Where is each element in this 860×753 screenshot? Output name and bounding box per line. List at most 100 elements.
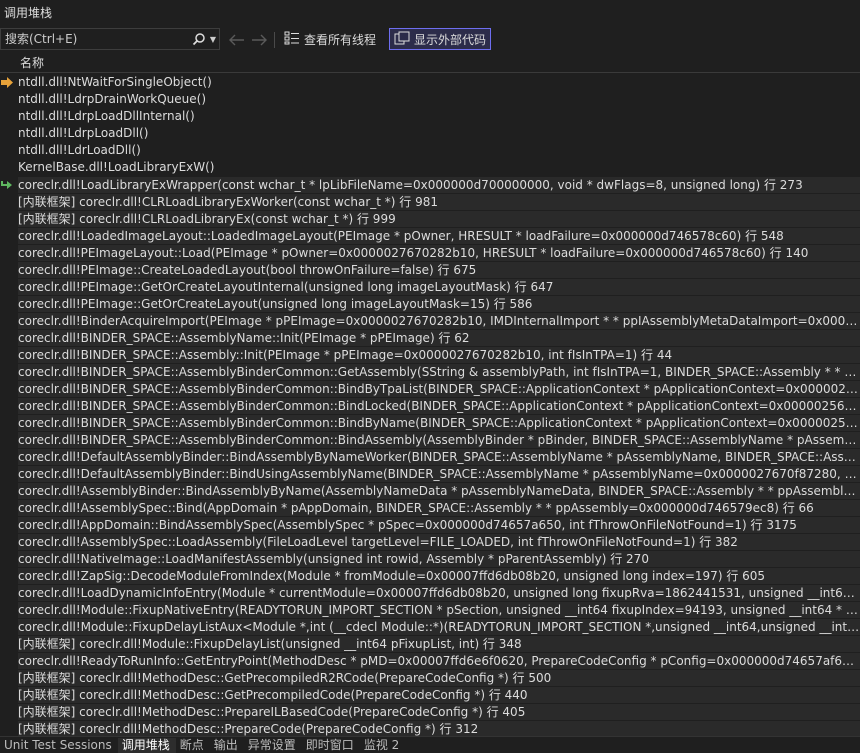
frame-label: coreclr.dll!PEImage::CreateLoadedLayout(…	[18, 261, 860, 278]
call-stack-row[interactable]: coreclr.dll!BINDER_SPACE::AssemblyBinder…	[0, 380, 860, 397]
call-stack-row[interactable]: coreclr.dll!PEImageLayout::Load(PEImage …	[0, 244, 860, 261]
call-stack-row[interactable]: [内联框架] coreclr.dll!CLRLoadLibraryExWorke…	[0, 193, 860, 210]
call-stack-row[interactable]: coreclr.dll!AssemblyBinder::BindAssembly…	[0, 482, 860, 499]
bottom-tab[interactable]: 监视 2	[360, 738, 405, 753]
call-stack-row[interactable]: coreclr.dll!BINDER_SPACE::AssemblyBinder…	[0, 363, 860, 380]
call-stack-row[interactable]: coreclr.dll!NativeImage::LoadManifestAss…	[0, 550, 860, 567]
column-header: 名称	[0, 54, 860, 73]
panel-title: 调用堆栈	[0, 0, 860, 26]
return-frame-arrow-icon	[0, 178, 14, 191]
call-stack-row[interactable]: [内联框架] coreclr.dll!MethodDesc::GetPrecom…	[0, 669, 860, 686]
frame-label: coreclr.dll!Module::FixupNativeEntry(REA…	[18, 601, 860, 618]
frame-label: coreclr.dll!AssemblySpec::LoadAssembly(F…	[18, 533, 860, 550]
bottom-tab[interactable]: 调用堆栈	[117, 737, 176, 753]
frame-label: ntdll.dll!LdrpLoadDll()	[18, 126, 149, 140]
frame-label: coreclr.dll!LoadLibraryExWrapper(const w…	[18, 176, 860, 193]
frame-label: coreclr.dll!PEImageLayout::Load(PEImage …	[18, 244, 860, 261]
call-stack-row[interactable]: coreclr.dll!PEImage::CreateLoadedLayout(…	[0, 261, 860, 278]
call-stack-row[interactable]: coreclr.dll!AssemblySpec::LoadAssembly(F…	[0, 533, 860, 550]
column-name-header[interactable]: 名称	[20, 55, 44, 72]
frame-label: coreclr.dll!BINDER_SPACE::AssemblyBinder…	[18, 397, 860, 414]
bottom-tab[interactable]: 即时窗口	[302, 738, 360, 753]
frame-label: coreclr.dll!ZapSig::DecodeModuleFromInde…	[18, 567, 860, 584]
frame-label: coreclr.dll!BinderAcquireImport(PEImage …	[18, 312, 860, 329]
frame-label: [内联框架] coreclr.dll!MethodDesc::GetPrecom…	[18, 686, 860, 703]
bottom-tab[interactable]: 断点	[176, 738, 210, 753]
call-stack-row[interactable]: [内联框架] coreclr.dll!MethodDesc::PrepareCo…	[0, 720, 860, 737]
frame-label: [内联框架] coreclr.dll!MethodDesc::PrepareIL…	[18, 703, 860, 720]
frame-label: coreclr.dll!LoadDynamicInfoEntry(Module …	[18, 584, 860, 601]
frame-label: coreclr.dll!AppDomain::BindAssemblySpec(…	[18, 516, 860, 533]
show-external-code-label: 显示外部代码	[414, 32, 487, 47]
call-stack-row[interactable]: ntdll.dll!LdrpLoadDll()	[0, 125, 860, 142]
call-stack-row[interactable]: ntdll.dll!LdrpDrainWorkQueue()	[0, 91, 860, 108]
call-stack-row[interactable]: coreclr.dll!AppDomain::BindAssemblySpec(…	[0, 516, 860, 533]
call-stack-row[interactable]: ntdll.dll!NtWaitForSingleObject()	[0, 74, 860, 91]
bottom-tab[interactable]: Unit Test Sessions	[0, 738, 118, 753]
view-all-threads-button[interactable]: 查看所有线程	[280, 28, 380, 50]
show-external-code-button[interactable]: 显示外部代码	[389, 28, 492, 50]
call-stack-row[interactable]: coreclr.dll!DefaultAssemblyBinder::BindU…	[0, 465, 860, 482]
frame-label: [内联框架] coreclr.dll!CLRLoadLibraryEx(cons…	[18, 210, 860, 227]
search-box[interactable]: ▼	[0, 28, 220, 50]
frame-label: coreclr.dll!ReadyToRunInfo::GetEntryPoin…	[18, 652, 860, 669]
call-stack-row[interactable]: coreclr.dll!LoadedImageLayout::LoadedIma…	[0, 227, 860, 244]
frame-label: coreclr.dll!NativeImage::LoadManifestAss…	[18, 550, 860, 567]
call-stack-row[interactable]: coreclr.dll!BINDER_SPACE::AssemblyBinder…	[0, 414, 860, 431]
call-stack-row[interactable]: coreclr.dll!LoadLibraryExWrapper(const w…	[0, 176, 860, 193]
call-stack-row[interactable]: coreclr.dll!BINDER_SPACE::Assembly::Init…	[0, 346, 860, 363]
frame-label: [内联框架] coreclr.dll!MethodDesc::GetPrecom…	[18, 669, 860, 686]
frame-label: coreclr.dll!PEImage::GetOrCreateLayoutIn…	[18, 278, 860, 295]
call-stack-row[interactable]: coreclr.dll!BINDER_SPACE::AssemblyBinder…	[0, 397, 860, 414]
frame-label: coreclr.dll!AssemblySpec::Bind(AppDomain…	[18, 499, 860, 516]
frame-label: coreclr.dll!BINDER_SPACE::Assembly::Init…	[18, 346, 860, 363]
bottom-tab[interactable]: 输出	[210, 738, 244, 753]
call-stack-row[interactable]: coreclr.dll!Module::FixupDelayListAux<Mo…	[0, 618, 860, 635]
call-stack-row[interactable]: coreclr.dll!PEImage::GetOrCreateLayout(u…	[0, 295, 860, 312]
toolbar-divider	[274, 32, 275, 48]
frame-label: coreclr.dll!BINDER_SPACE::AssemblyBinder…	[18, 363, 860, 380]
bottom-tab[interactable]: 异常设置	[244, 738, 302, 753]
call-stack-row[interactable]: [内联框架] coreclr.dll!MethodDesc::PrepareIL…	[0, 703, 860, 720]
call-stack-row[interactable]: coreclr.dll!DefaultAssemblyBinder::BindA…	[0, 448, 860, 465]
frame-label: KernelBase.dll!LoadLibraryExW()	[18, 160, 215, 174]
frame-label: [内联框架] coreclr.dll!MethodDesc::PrepareCo…	[18, 720, 860, 737]
toolbar: ▼ 查看所有线程 显示外部代码	[0, 27, 860, 53]
search-icon[interactable]	[191, 31, 207, 47]
forward-icon[interactable]	[250, 31, 268, 49]
frame-label: coreclr.dll!PEImage::GetOrCreateLayout(u…	[18, 295, 860, 312]
call-stack-row[interactable]: ntdll.dll!LdrpLoadDllInternal()	[0, 108, 860, 125]
frame-label: coreclr.dll!BINDER_SPACE::AssemblyName::…	[18, 329, 860, 346]
chevron-down-icon[interactable]: ▼	[207, 35, 219, 44]
call-stack-row[interactable]: coreclr.dll!LoadDynamicInfoEntry(Module …	[0, 584, 860, 601]
call-stack-row[interactable]: coreclr.dll!BINDER_SPACE::AssemblyBinder…	[0, 431, 860, 448]
call-stack-row[interactable]: coreclr.dll!BinderAcquireImport(PEImage …	[0, 312, 860, 329]
call-stack-row[interactable]: [内联框架] coreclr.dll!Module::FixupDelayLis…	[0, 635, 860, 652]
frame-label: [内联框架] coreclr.dll!CLRLoadLibraryExWorke…	[18, 193, 860, 210]
view-all-threads-label: 查看所有线程	[304, 32, 377, 47]
frame-label: ntdll.dll!LdrLoadDll()	[18, 143, 141, 157]
bottom-tab-bar: Unit Test Sessions 调用堆栈 断点 输出 异常设置 即时窗口 监视 2	[0, 736, 860, 753]
call-stack-row[interactable]: coreclr.dll!ZapSig::DecodeModuleFromInde…	[0, 567, 860, 584]
frame-label: ntdll.dll!LdrpLoadDllInternal()	[18, 109, 195, 123]
frame-label: coreclr.dll!AssemblyBinder::BindAssembly…	[18, 482, 860, 499]
call-stack-row[interactable]: [内联框架] coreclr.dll!MethodDesc::GetPrecom…	[0, 686, 860, 703]
call-stack-list[interactable]: ntdll.dll!NtWaitForSingleObject() ntdll.d…	[0, 74, 860, 737]
frame-label: coreclr.dll!DefaultAssemblyBinder::BindU…	[18, 465, 860, 482]
frame-label: coreclr.dll!DefaultAssemblyBinder::BindA…	[18, 448, 860, 465]
search-input[interactable]	[1, 31, 191, 47]
call-stack-row[interactable]: [内联框架] coreclr.dll!CLRLoadLibraryEx(cons…	[0, 210, 860, 227]
call-stack-row[interactable]: coreclr.dll!AssemblySpec::Bind(AppDomain…	[0, 499, 860, 516]
frame-label: ntdll.dll!NtWaitForSingleObject()	[18, 75, 212, 89]
frame-label: [内联框架] coreclr.dll!Module::FixupDelayLis…	[18, 635, 860, 652]
call-stack-row[interactable]: KernelBase.dll!LoadLibraryExW()	[0, 159, 860, 176]
frame-label: coreclr.dll!BINDER_SPACE::AssemblyBinder…	[18, 414, 860, 431]
call-stack-row[interactable]: coreclr.dll!BINDER_SPACE::AssemblyName::…	[0, 329, 860, 346]
call-stack-row[interactable]: coreclr.dll!PEImage::GetOrCreateLayoutIn…	[0, 278, 860, 295]
call-stack-row[interactable]: coreclr.dll!ReadyToRunInfo::GetEntryPoin…	[0, 652, 860, 669]
call-stack-row[interactable]: coreclr.dll!Module::FixupNativeEntry(REA…	[0, 601, 860, 618]
current-frame-arrow-icon	[0, 76, 14, 89]
back-icon[interactable]	[228, 31, 246, 49]
call-stack-row[interactable]: ntdll.dll!LdrLoadDll()	[0, 142, 860, 159]
frame-label: coreclr.dll!BINDER_SPACE::AssemblyBinder…	[18, 380, 860, 397]
